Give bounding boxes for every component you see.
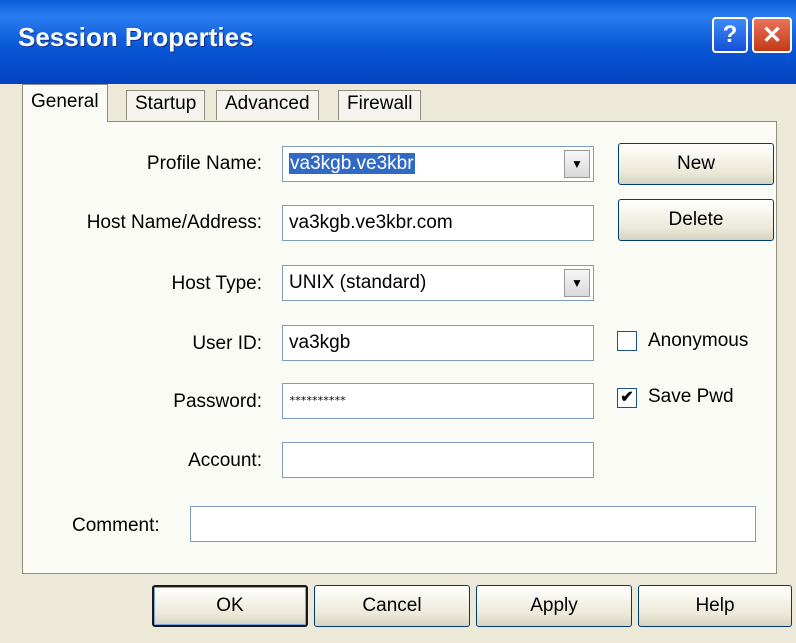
help-button[interactable]: Help	[638, 585, 792, 627]
user-id-label: User ID:	[192, 333, 262, 354]
host-name-input[interactable]: va3kgb.ve3kbr.com	[282, 205, 594, 241]
apply-button[interactable]: Apply	[476, 585, 632, 627]
close-button[interactable]: ✕	[752, 17, 792, 53]
tab-firewall[interactable]: Firewall	[338, 90, 422, 120]
tab-startup[interactable]: Startup	[126, 90, 206, 120]
host-type-select[interactable]: UNIX (standard) ▼	[282, 265, 594, 301]
delete-button[interactable]: Delete	[618, 199, 774, 241]
profile-name-label: Profile Name:	[146, 153, 262, 174]
title-bar[interactable]: Session Properties ? ✕	[0, 0, 796, 84]
anonymous-checkbox[interactable]	[617, 331, 637, 351]
password-label: Password:	[173, 391, 262, 412]
help-title-button[interactable]: ?	[712, 17, 748, 53]
save-pwd-checkbox[interactable]: ✔	[617, 388, 637, 408]
account-input[interactable]	[282, 442, 594, 478]
password-input[interactable]: **********	[282, 383, 594, 419]
anonymous-label[interactable]: Anonymous	[648, 330, 748, 352]
host-name-label: Host Name/Address:	[86, 212, 262, 233]
user-id-input[interactable]: va3kgb	[282, 325, 594, 361]
comment-input[interactable]	[190, 506, 756, 542]
save-pwd-label[interactable]: Save Pwd	[648, 386, 734, 408]
host-type-label: Host Type:	[171, 273, 262, 294]
chevron-down-icon[interactable]: ▼	[564, 269, 590, 297]
tab-advanced[interactable]: Advanced	[216, 90, 319, 120]
comment-label: Comment:	[72, 515, 160, 536]
tab-general[interactable]: General	[22, 84, 108, 122]
new-button[interactable]: New	[618, 143, 774, 185]
window-title: Session Properties	[18, 22, 254, 52]
account-label: Account:	[188, 450, 262, 471]
cancel-button[interactable]: Cancel	[314, 585, 470, 627]
host-type-value: UNIX (standard)	[289, 272, 427, 293]
ok-button[interactable]: OK	[152, 585, 308, 627]
profile-name-combobox[interactable]: va3kgb.ve3kbr ▼	[282, 146, 594, 182]
profile-name-value: va3kgb.ve3kbr	[289, 153, 415, 174]
chevron-down-icon[interactable]: ▼	[564, 150, 590, 178]
